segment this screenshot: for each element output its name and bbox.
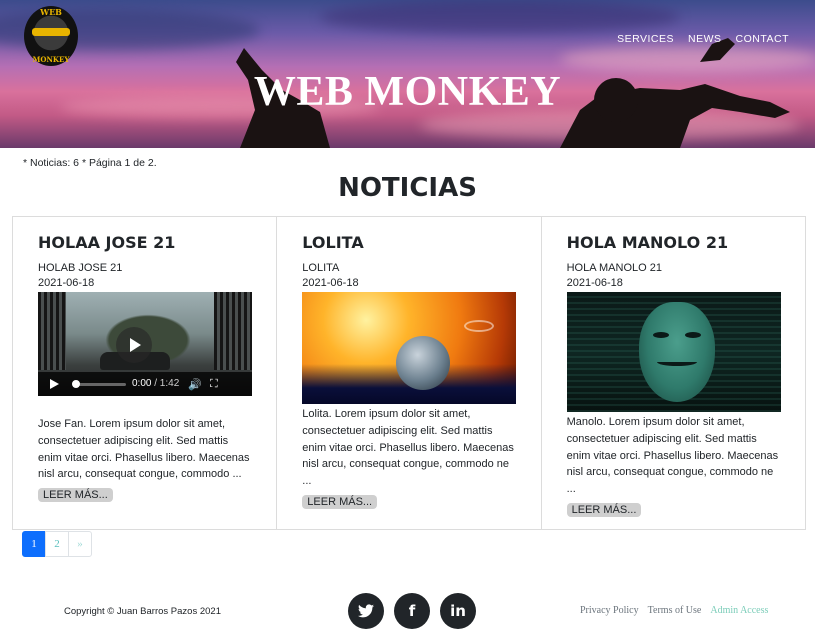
page-link-next[interactable]: »: [68, 531, 92, 557]
card-title: LOLITA: [302, 233, 364, 252]
card-date: 2021-06-18: [302, 277, 359, 289]
fullscreen-icon[interactable]: ⛶: [210, 377, 218, 391]
card-text: Jose Fan. Lorem ipsum dolor sit amet, co…: [38, 418, 250, 481]
video-progress-track[interactable]: [74, 383, 126, 386]
brand-logo[interactable]: WEB MONKEY: [24, 6, 78, 66]
pagination: 1 2 »: [22, 531, 92, 557]
read-more-button[interactable]: LEER MÁS...: [566, 502, 642, 517]
solar-flare: [464, 320, 495, 332]
facebook-icon: f: [408, 602, 416, 620]
card-title: HOLA MANOLO 21: [566, 233, 729, 252]
sunglasses-icon: [32, 28, 70, 36]
linkedin-button[interactable]: in: [440, 593, 476, 629]
play-overlay-button[interactable]: [116, 327, 152, 363]
gate-right: [214, 292, 252, 370]
mask: [638, 302, 715, 402]
card-date: 2021-06-18: [38, 277, 95, 289]
video-controls: 0:00 / 1:42 🔊 ⛶: [38, 372, 252, 396]
logo-bottom-text: MONKEY: [32, 55, 70, 64]
card-body: HOLA MANOLO 21 HOLA MANOLO 21 2021-06-18…: [566, 233, 782, 517]
card-subtitle: LOLITA: [302, 262, 340, 274]
volume-icon[interactable]: 🔊: [188, 378, 202, 391]
card-body: LOLITA LOLITA 2021-06-18 Lolita. Lorem i…: [302, 233, 517, 509]
page-title: NOTICIAS: [338, 173, 477, 203]
sun-image: [302, 292, 517, 404]
play-icon[interactable]: [50, 379, 59, 389]
twitter-button[interactable]: [348, 593, 384, 629]
logo-top-text: WEB: [40, 7, 62, 17]
card-subtitle: HOLA MANOLO 21: [566, 262, 662, 274]
mask-eye: [684, 332, 701, 338]
copyright-text: Copyright © Juan Barros Pazos 2021: [64, 606, 221, 617]
page-link-2[interactable]: 2: [45, 531, 69, 557]
privacy-policy-link[interactable]: Privacy Policy: [580, 605, 639, 616]
card-text: Lolita. Lorem ipsum dolor sit amet, cons…: [302, 408, 514, 488]
mask-eye: [652, 332, 669, 338]
nav-contact[interactable]: CONTACT: [736, 33, 789, 45]
card-date: 2021-06-18: [566, 277, 623, 289]
card-text: Manolo. Lorem ipsum dolor sit amet, cons…: [566, 416, 779, 496]
main-nav: SERVICES NEWS CONTACT: [617, 33, 789, 45]
card-title: HOLAA JOSE 21: [38, 233, 176, 252]
terms-of-use-link[interactable]: Terms of Use: [648, 605, 702, 616]
video-player[interactable]: 0:00 / 1:42 🔊 ⛶: [38, 292, 252, 396]
read-more-button[interactable]: LEER MÁS...: [38, 488, 113, 503]
facebook-button[interactable]: f: [394, 593, 430, 629]
read-more-button[interactable]: LEER MÁS...: [302, 494, 378, 509]
video-current-time: 0:00: [132, 378, 152, 389]
card-subtitle: HOLAB JOSE 21: [38, 262, 123, 274]
admin-access-link[interactable]: Admin Access: [710, 605, 768, 616]
nav-services[interactable]: SERVICES: [617, 33, 674, 45]
social-links: f in: [348, 593, 476, 629]
card-body: HOLAA JOSE 21 HOLAB JOSE 21 2021-06-18 0…: [38, 233, 253, 503]
news-count-info: * Noticias: 6 * Página 1 de 2.: [23, 157, 157, 169]
brand-title: WEB MONKEY: [253, 69, 562, 115]
video-progress-knob[interactable]: [72, 380, 80, 388]
planet: [396, 336, 451, 390]
news-card: HOLA MANOLO 21 HOLA MANOLO 21 2021-06-18…: [540, 216, 806, 530]
nav-news[interactable]: NEWS: [688, 33, 722, 45]
news-card-list: HOLAA JOSE 21 HOLAB JOSE 21 2021-06-18 0…: [12, 216, 808, 530]
twitter-icon: [358, 604, 374, 618]
footer-links: Privacy Policy Terms of Use Admin Access: [580, 605, 768, 616]
hacker-mask-image: [566, 292, 781, 412]
hero-banner: WEB MONKEY SERVICES NEWS CONTACT WEB MON…: [0, 0, 815, 148]
news-card: HOLAA JOSE 21 HOLAB JOSE 21 2021-06-18 0…: [12, 216, 278, 530]
mask-mustache: [656, 358, 697, 366]
gate-left: [38, 292, 66, 370]
linkedin-icon: in: [450, 602, 466, 620]
page-link-1[interactable]: 1: [22, 531, 46, 557]
video-duration: / 1:42: [154, 378, 180, 389]
news-card: LOLITA LOLITA 2021-06-18 Lolita. Lorem i…: [276, 216, 542, 530]
video-time: 0:00 / 1:42: [132, 378, 179, 389]
